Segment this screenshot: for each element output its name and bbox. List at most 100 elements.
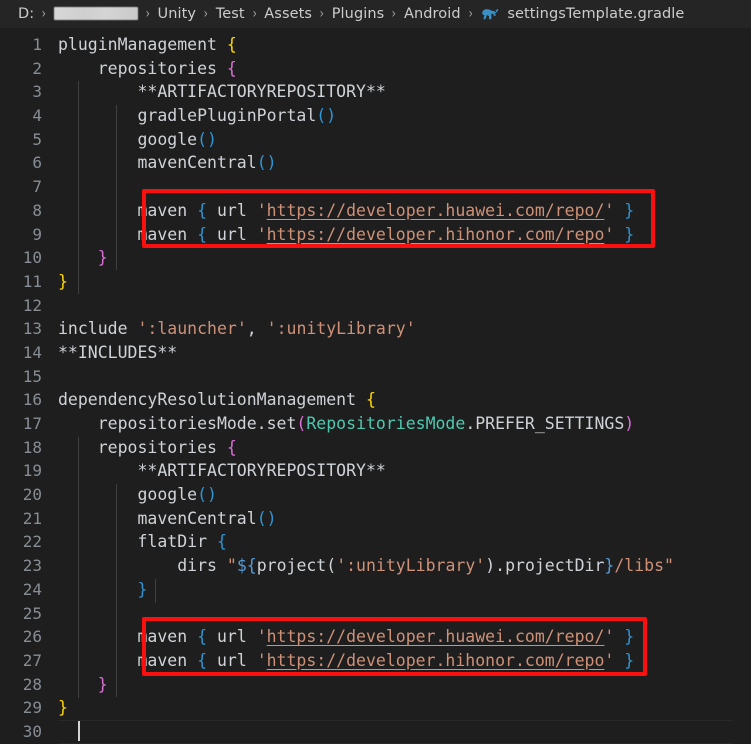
breadcrumb-item-plugins[interactable]: Plugins bbox=[332, 6, 385, 22]
code-line[interactable]: 15 bbox=[0, 365, 751, 389]
breadcrumb-item-android[interactable]: Android bbox=[404, 6, 461, 22]
code-line[interactable]: 27 maven { url 'https://developer.hihono… bbox=[0, 649, 751, 673]
line-number: 19 bbox=[22, 461, 42, 481]
code-line[interactable]: 20 google() bbox=[0, 483, 751, 507]
code-line[interactable]: 9 maven { url 'https://developer.hihonor… bbox=[0, 223, 751, 247]
breadcrumb-item-redacted[interactable] bbox=[53, 6, 138, 20]
line-content[interactable]: maven { url 'https://developer.hihonor.c… bbox=[58, 223, 751, 247]
line-content[interactable]: **INCLUDES** bbox=[58, 341, 751, 365]
code-line[interactable]: 4 gradlePluginPortal() bbox=[0, 104, 751, 128]
line-content[interactable]: dependencyResolutionManagement { bbox=[58, 388, 751, 412]
code-line[interactable]: 21 mavenCentral() bbox=[0, 507, 751, 531]
code-line[interactable]: 10 } bbox=[0, 246, 751, 270]
code-line[interactable]: 22 flatDir { bbox=[0, 530, 751, 554]
code-line[interactable]: 23 dirs "${project(':unityLibrary').proj… bbox=[0, 554, 751, 578]
line-content[interactable]: flatDir { bbox=[58, 530, 751, 554]
line-number: 10 bbox=[22, 248, 42, 268]
line-content[interactable] bbox=[58, 719, 751, 744]
line-content[interactable]: maven { url 'https://developer.hihonor.c… bbox=[58, 649, 751, 673]
code-line[interactable]: 19 **ARTIFACTORYREPOSITORY** bbox=[0, 459, 751, 483]
breadcrumb-separator-icon: › bbox=[319, 6, 325, 22]
line-content[interactable]: } bbox=[58, 270, 751, 294]
line-number: 12 bbox=[22, 295, 42, 315]
line-number: 29 bbox=[22, 698, 42, 718]
breadcrumb-item-drive[interactable]: D: bbox=[18, 6, 34, 22]
code-line-current[interactable]: 30 bbox=[0, 719, 751, 744]
code-line[interactable]: 28 } bbox=[0, 673, 751, 697]
code-line[interactable]: 24 } bbox=[0, 578, 751, 602]
code-line[interactable]: 2 repositories { bbox=[0, 57, 751, 81]
line-number: 17 bbox=[22, 414, 42, 433]
line-content[interactable]: } bbox=[58, 578, 751, 602]
code-line[interactable]: 18 repositories { bbox=[0, 436, 751, 460]
line-content[interactable]: google() bbox=[58, 483, 751, 507]
gradle-elephant-icon bbox=[480, 7, 500, 23]
line-content[interactable]: google() bbox=[58, 128, 751, 152]
breadcrumb-separator-icon: › bbox=[252, 6, 257, 22]
line-number: 15 bbox=[22, 366, 42, 386]
breadcrumb-item-assets[interactable]: Assets bbox=[264, 6, 312, 22]
line-number: 25 bbox=[22, 603, 42, 623]
line-number: 13 bbox=[22, 319, 42, 339]
line-number: 8 bbox=[32, 200, 42, 220]
line-content[interactable]: maven { url 'https://developer.huawei.co… bbox=[58, 625, 751, 649]
code-line[interactable]: 5 google() bbox=[0, 128, 751, 152]
line-content[interactable]: maven { url 'https://developer.huawei.co… bbox=[58, 199, 751, 223]
code-line[interactable]: 16 dependencyResolutionManagement { bbox=[0, 388, 751, 412]
breadcrumb: D: › › Unity › Test › Assets › Plugins ›… bbox=[0, 0, 751, 29]
code-line[interactable]: 3 **ARTIFACTORYREPOSITORY** bbox=[0, 80, 751, 104]
line-content[interactable]: gradlePluginPortal() bbox=[58, 104, 751, 128]
code-line[interactable]: 8 maven { url 'https://developer.huawei.… bbox=[0, 199, 751, 223]
line-number: 7 bbox=[32, 177, 42, 197]
breadcrumb-separator-icon: › bbox=[468, 6, 473, 22]
line-content[interactable] bbox=[58, 294, 751, 318]
line-number: 27 bbox=[22, 650, 42, 670]
line-content[interactable]: mavenCentral() bbox=[58, 507, 751, 531]
code-line[interactable]: 12 bbox=[0, 294, 751, 318]
line-content[interactable] bbox=[58, 175, 751, 199]
breadcrumb-separator-icon: › bbox=[203, 6, 209, 22]
breadcrumb-item-unity[interactable]: Unity bbox=[157, 6, 196, 22]
line-content[interactable]: **ARTIFACTORYREPOSITORY** bbox=[58, 459, 751, 483]
line-content[interactable]: pluginManagement { bbox=[58, 33, 751, 57]
line-number: 2 bbox=[32, 58, 42, 78]
code-line[interactable]: 7 bbox=[0, 175, 751, 199]
line-content[interactable]: dirs "${project(':unityLibrary').project… bbox=[58, 554, 751, 578]
line-content[interactable] bbox=[58, 365, 751, 389]
code-line[interactable]: 17 repositoriesMode.set(RepositoriesMode… bbox=[0, 412, 751, 436]
code-editor[interactable]: 1 pluginManagement { 2 repositories { 3 … bbox=[0, 29, 751, 744]
line-number: 6 bbox=[32, 153, 42, 173]
line-number: 11 bbox=[22, 271, 42, 291]
code-line[interactable]: 11 } bbox=[0, 270, 751, 294]
line-number: 4 bbox=[32, 106, 42, 126]
line-number: 3 bbox=[32, 82, 42, 102]
line-number: 21 bbox=[22, 508, 42, 528]
line-content[interactable]: **ARTIFACTORYREPOSITORY** bbox=[58, 80, 751, 104]
line-content[interactable] bbox=[58, 602, 751, 626]
line-number: 14 bbox=[22, 342, 42, 362]
code-line[interactable]: 13 include ':launcher', ':unityLibrary' bbox=[0, 317, 751, 341]
line-number: 16 bbox=[22, 390, 42, 410]
code-line[interactable]: 1 pluginManagement { bbox=[0, 33, 751, 57]
code-line[interactable]: 26 maven { url 'https://developer.huawei… bbox=[0, 625, 751, 649]
line-content[interactable]: } bbox=[58, 673, 751, 697]
line-content[interactable]: include ':launcher', ':unityLibrary' bbox=[58, 317, 751, 341]
code-line[interactable]: 6 mavenCentral() bbox=[0, 151, 751, 175]
code-line[interactable]: 14 **INCLUDES** bbox=[0, 341, 751, 365]
line-content[interactable]: } bbox=[58, 246, 751, 270]
line-content[interactable]: repositories { bbox=[58, 436, 751, 460]
code-line[interactable]: 29 } bbox=[0, 696, 751, 720]
line-number: 28 bbox=[22, 674, 42, 694]
line-content[interactable]: repositoriesMode.set(RepositoriesMode.PR… bbox=[58, 412, 751, 436]
code-line[interactable]: 25 bbox=[0, 602, 751, 626]
breadcrumb-item-test[interactable]: Test bbox=[216, 6, 245, 22]
line-content[interactable]: mavenCentral() bbox=[58, 151, 751, 175]
code-lines: 1 pluginManagement { 2 repositories { 3 … bbox=[0, 29, 751, 744]
line-content[interactable]: } bbox=[58, 696, 751, 720]
breadcrumb-separator-icon: › bbox=[391, 6, 397, 22]
line-number: 26 bbox=[22, 627, 42, 647]
line-content[interactable]: repositories { bbox=[58, 57, 751, 81]
line-number: 1 bbox=[32, 35, 42, 54]
breadcrumb-item-file[interactable]: settingsTemplate.gradle bbox=[507, 6, 684, 22]
line-number: 5 bbox=[32, 129, 42, 149]
